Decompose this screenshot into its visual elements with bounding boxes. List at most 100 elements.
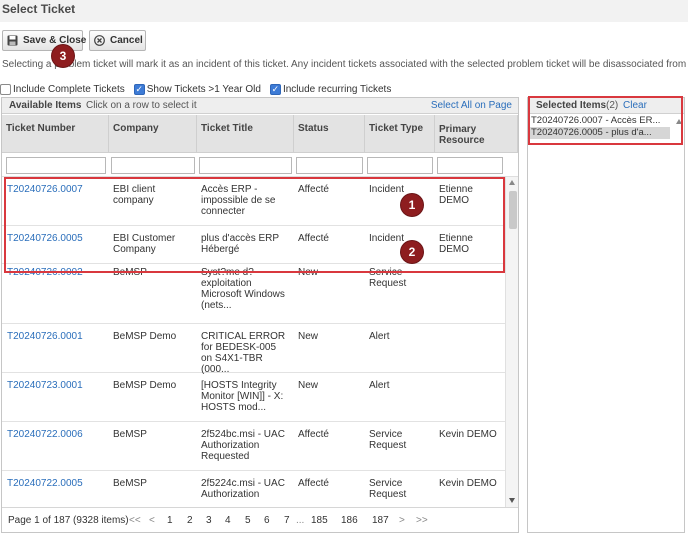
last-page-button[interactable]: >> bbox=[416, 515, 428, 526]
include-complete-label: Include Complete Tickets bbox=[13, 83, 125, 95]
grid-scrollbar[interactable] bbox=[505, 177, 518, 507]
table-row[interactable]: T20240722.0005 BeMSP 2f5224c.msi - UAC A… bbox=[2, 471, 505, 507]
table-row[interactable]: T20240726.0002 BeMSP Syst?me d? exploita… bbox=[2, 264, 505, 324]
ticket-status: Affecté bbox=[298, 233, 329, 244]
page-summary: Page 1 of 187 (9328 items) bbox=[8, 515, 129, 526]
selected-item[interactable]: T20240726.0007 - Accès ER... bbox=[530, 115, 670, 127]
ticket-number: T20240726.0007 bbox=[7, 184, 83, 195]
next-page-button[interactable]: > bbox=[399, 515, 405, 526]
page-link-3[interactable]: 3 bbox=[206, 515, 212, 526]
prev-page-button[interactable]: < bbox=[149, 515, 155, 526]
filter-status[interactable] bbox=[296, 157, 363, 174]
clear-selection-link[interactable]: Clear bbox=[623, 100, 647, 111]
page-link-4[interactable]: 4 bbox=[225, 515, 231, 526]
available-items-header: Available Items Click on a row to select… bbox=[2, 98, 518, 114]
ticket-company: BeMSP bbox=[113, 267, 147, 278]
page-link-5[interactable]: 5 bbox=[245, 515, 251, 526]
scroll-down-icon[interactable] bbox=[509, 498, 515, 503]
selected-item[interactable]: T20240726.0005 - plus d'a... bbox=[530, 127, 670, 139]
table-row[interactable]: T20240726.0001 BeMSP Demo CRITICAL ERROR… bbox=[2, 324, 505, 375]
ticket-title: Accès ERP - impossible de se connecter bbox=[201, 184, 276, 217]
page-ellipsis: ... bbox=[296, 515, 305, 526]
include-recurring-checkbox[interactable] bbox=[269, 83, 281, 95]
column-header-primary-resource[interactable]: Primary Resource bbox=[435, 115, 518, 153]
cancel-button[interactable]: Cancel bbox=[89, 30, 146, 51]
ticket-company: BeMSP bbox=[113, 478, 147, 489]
column-header-status[interactable]: Status bbox=[294, 115, 365, 153]
filter-ticket-number[interactable] bbox=[6, 157, 106, 174]
ticket-title: [HOSTS Integrity Monitor [WIN]] - X: HOS… bbox=[201, 380, 284, 413]
cancel-label: Cancel bbox=[110, 35, 143, 46]
ticket-type: Incident bbox=[369, 184, 405, 195]
table-row[interactable]: T20240726.0007 EBI client company Accès … bbox=[2, 177, 505, 226]
page-link-7[interactable]: 7 bbox=[284, 515, 290, 526]
filter-ticket-title[interactable] bbox=[199, 157, 292, 174]
save-icon bbox=[7, 35, 18, 46]
show-old-option[interactable]: Show Tickets >1 Year Old bbox=[133, 83, 261, 95]
ticket-resource: Etienne DEMO bbox=[439, 184, 473, 206]
column-header-ticket-title[interactable]: Ticket Title bbox=[197, 115, 294, 153]
ticket-number: T20240726.0001 bbox=[7, 331, 83, 342]
table-row[interactable]: T20240726.0005 EBI Customer Company plus… bbox=[2, 226, 505, 264]
scrollbar-thumb[interactable] bbox=[509, 191, 517, 229]
ticket-title: Syst?me d? exploitation Microsoft Window… bbox=[201, 267, 285, 311]
ticket-company: BeMSP bbox=[113, 429, 147, 440]
include-recurring-label: Include recurring Tickets bbox=[282, 83, 392, 95]
ticket-company: BeMSP Demo bbox=[113, 380, 177, 391]
column-header-company[interactable]: Company bbox=[109, 115, 197, 153]
ticket-title: plus d'accès ERP Hébergé bbox=[201, 233, 279, 255]
first-page-button[interactable]: << bbox=[129, 515, 141, 526]
selected-items-panel: Selected Items (2) Clear T20240726.0007 … bbox=[527, 97, 685, 533]
available-items-title: Available Items bbox=[9, 100, 82, 111]
show-old-checkbox[interactable] bbox=[133, 83, 145, 95]
available-items-panel: Available Items Click on a row to select… bbox=[1, 97, 519, 533]
ticket-status: Affecté bbox=[298, 478, 329, 489]
selected-items-header: Selected Items (2) Clear bbox=[528, 98, 684, 114]
ticket-type: Alert bbox=[369, 380, 390, 391]
ticket-number: T20240722.0006 bbox=[7, 429, 83, 440]
dialog-title-bar: Select Ticket bbox=[0, 0, 688, 22]
ticket-title: 2f5224c.msi - UAC Authorization bbox=[201, 478, 285, 500]
available-items-hint: Click on a row to select it bbox=[86, 100, 197, 111]
ticket-status: New bbox=[298, 331, 319, 342]
ticket-type: Service Request bbox=[369, 478, 407, 500]
page-link-2[interactable]: 2 bbox=[187, 515, 193, 526]
ticket-grid: T20240726.0007 EBI client company Accès … bbox=[2, 177, 505, 507]
scroll-up-icon[interactable] bbox=[509, 180, 515, 185]
table-row[interactable]: T20240723.0001 BeMSP Demo [HOSTS Integri… bbox=[2, 373, 505, 422]
ticket-status: New bbox=[298, 380, 319, 391]
selected-items-count: (2) bbox=[606, 100, 619, 111]
include-recurring-option[interactable]: Include recurring Tickets bbox=[269, 83, 392, 95]
ticket-type: Service Request bbox=[369, 429, 407, 451]
step-marker-3: 3 bbox=[52, 45, 74, 67]
filter-primary-resource[interactable] bbox=[437, 157, 503, 174]
selected-items-title: Selected Items bbox=[536, 100, 607, 111]
filter-ticket-type[interactable] bbox=[367, 157, 433, 174]
page-link-6[interactable]: 6 bbox=[264, 515, 270, 526]
ticket-company: BeMSP Demo bbox=[113, 331, 177, 342]
column-header-ticket-number[interactable]: Ticket Number bbox=[2, 115, 109, 153]
column-header-ticket-type[interactable]: Ticket Type bbox=[365, 115, 435, 153]
ticket-company: EBI Customer Company bbox=[113, 233, 176, 255]
table-row[interactable]: T20240722.0006 BeMSP 2f524bc.msi - UAC A… bbox=[2, 422, 505, 471]
ticket-number: T20240726.0005 bbox=[7, 233, 83, 244]
filter-company[interactable] bbox=[111, 157, 195, 174]
page-link-1[interactable]: 1 bbox=[167, 515, 173, 526]
ticket-number: T20240722.0005 bbox=[7, 478, 83, 489]
dialog-description: Selecting a problem ticket will mark it … bbox=[2, 59, 688, 70]
include-complete-checkbox[interactable] bbox=[0, 83, 11, 95]
ticket-status: New bbox=[298, 267, 319, 278]
step-marker-1: 1 bbox=[401, 194, 423, 216]
filter-options: Include Complete Tickets Show Tickets >1… bbox=[0, 82, 400, 96]
page-link-186[interactable]: 186 bbox=[341, 515, 358, 526]
page-link-185[interactable]: 185 bbox=[311, 515, 328, 526]
select-all-link[interactable]: Select All on Page bbox=[431, 100, 512, 111]
include-complete-option[interactable]: Include Complete Tickets bbox=[0, 83, 125, 95]
cancel-icon bbox=[94, 35, 105, 46]
selected-scroll-up-icon[interactable] bbox=[676, 119, 682, 124]
ticket-title: 2f524bc.msi - UAC Authorization Requeste… bbox=[201, 429, 285, 462]
ticket-resource: Kevin DEMO bbox=[439, 478, 497, 489]
page-link-187[interactable]: 187 bbox=[372, 515, 389, 526]
ticket-number: T20240726.0002 bbox=[7, 267, 83, 278]
ticket-resource: Kevin DEMO bbox=[439, 429, 497, 440]
